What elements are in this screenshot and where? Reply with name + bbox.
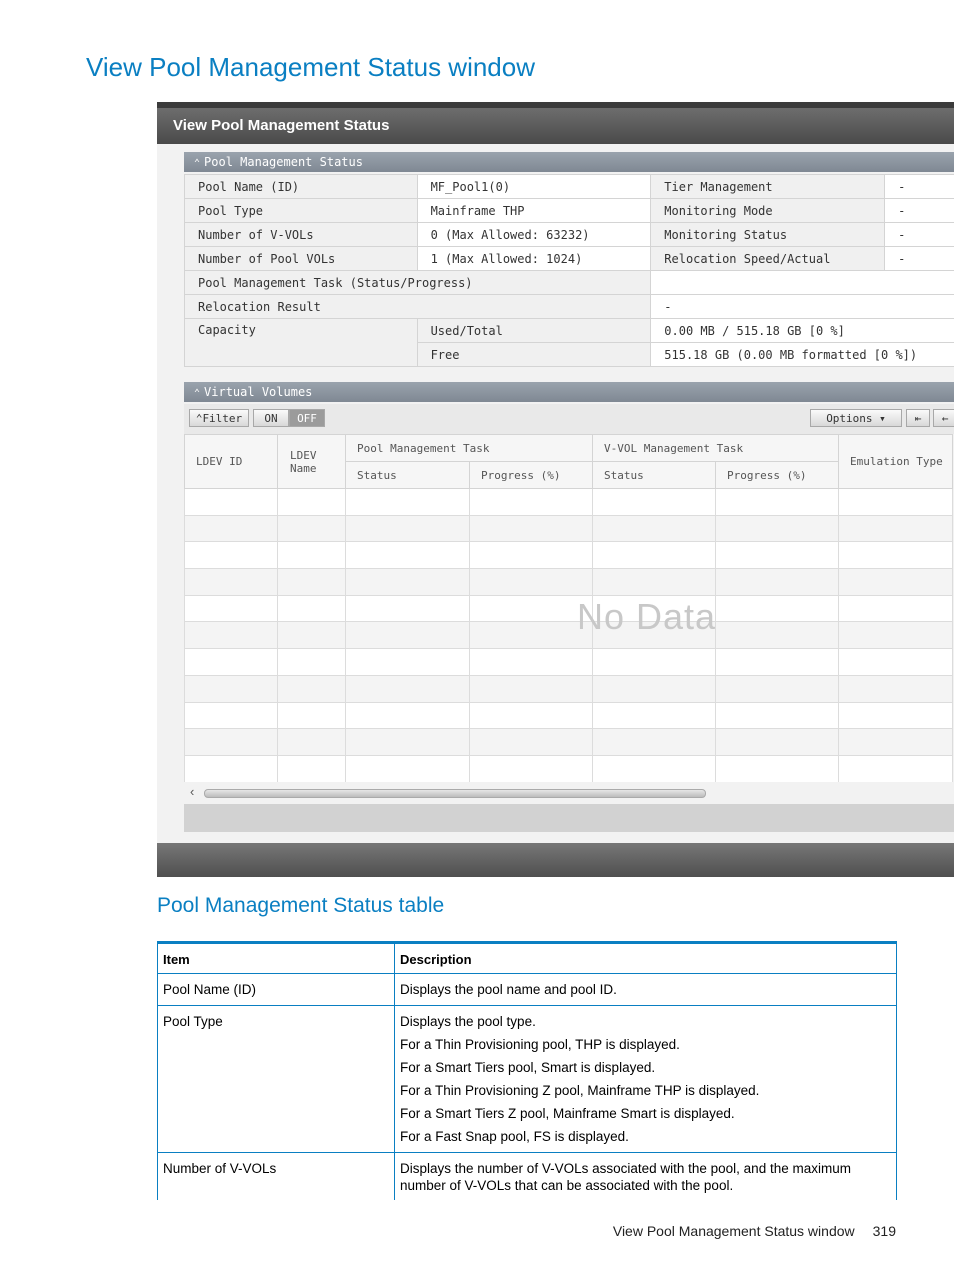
pool-task-value (650, 270, 954, 295)
col-item: Item (157, 941, 395, 974)
pool-type-value: Mainframe THP (416, 198, 652, 223)
col-pool-task-progress[interactable]: Progress (%) (469, 461, 593, 489)
col-vvol-management-task: V-VOL Management Task (592, 434, 839, 462)
relocation-speed-value: - (884, 246, 954, 271)
monitoring-mode-value: - (884, 198, 954, 223)
pool-type-label: Pool Type (184, 198, 418, 223)
pool-section-header[interactable]: ⌃ Pool Management Status (184, 152, 954, 172)
description-table: Item Description Pool Name (ID) Displays… (157, 941, 897, 1215)
used-total-label: Used/Total (416, 318, 652, 343)
col-vvol-task-progress[interactable]: Progress (%) (715, 461, 839, 489)
description-cell: Displays the pool name and pool ID. (394, 973, 897, 1006)
tier-management-value: - (884, 174, 954, 199)
used-total-value: 0.00 MB / 515.18 GB [0 %] (650, 318, 954, 343)
col-emulation-type[interactable]: Emulation Type (838, 434, 953, 489)
filter-off-button[interactable]: OFF (289, 409, 325, 427)
pool-name-value: MF_Pool1(0) (416, 174, 652, 199)
page-title: View Pool Management Status window (86, 52, 535, 82)
free-label: Free (416, 342, 652, 367)
capacity-label: Capacity (184, 318, 418, 367)
window-footer (157, 843, 954, 877)
filter-on-button[interactable]: ON (253, 409, 289, 427)
filter-button[interactable]: ⌃Filter (189, 409, 249, 427)
window-title: View Pool Management Status (157, 108, 954, 144)
tier-management-label: Tier Management (650, 174, 886, 199)
virtual-volumes-header[interactable]: ⌃ Virtual Volumes (184, 382, 954, 402)
col-vvol-task-status[interactable]: Status (592, 461, 716, 489)
table-row: Pool Type Displays the pool type. For a … (157, 1005, 897, 1153)
vvols-value: 0 (Max Allowed: 63232) (416, 222, 652, 247)
relocation-result-value: - (650, 294, 954, 319)
item-cell: Pool Name (ID) (157, 973, 395, 1006)
window-screenshot: View Pool Management Status ⌃ Pool Manage… (157, 102, 954, 877)
monitoring-mode-label: Monitoring Mode (650, 198, 886, 223)
virtual-volumes-table: LDEV ID LDEV Name Pool Management Task V… (184, 434, 953, 810)
monitoring-status-value: - (884, 222, 954, 247)
col-pool-management-task: Pool Management Task (345, 434, 593, 462)
prev-page-button[interactable]: ← (933, 409, 954, 427)
no-data-label: No Data (577, 596, 717, 637)
table-row: Pool Name (ID) Displays the pool name an… (157, 973, 897, 1006)
pool-vols-value: 1 (Max Allowed: 1024) (416, 246, 652, 271)
first-page-button[interactable]: ⇤ (906, 409, 930, 427)
vv-toolbar: ⌃Filter ON OFF Options ▾ ⇤ ← (184, 404, 954, 434)
scrollbar-thumb[interactable] (204, 789, 706, 798)
chevron-up-icon[interactable]: ⌃ (194, 158, 200, 169)
col-ldev-name[interactable]: LDEV Name (277, 434, 346, 489)
pool-vols-label: Number of Pool VOLs (184, 246, 418, 271)
window-body: ⌃ Pool Management Status Pool Name (ID) M… (157, 144, 954, 843)
pool-status-table: Pool Name (ID) MF_Pool1(0) Tier Manageme… (183, 174, 954, 367)
footer-text: View Pool Management Status window (612, 1223, 855, 1239)
page-footer: View Pool Management Status window 319 (613, 1223, 896, 1239)
chevron-up-icon[interactable]: ⌃ (194, 388, 200, 399)
horizontal-scrollbar[interactable]: ‹ (184, 782, 954, 804)
pool-task-label: Pool Management Task (Status/Progress) (183, 270, 652, 295)
free-value: 515.18 GB (0.00 MB formatted [0 %]) (650, 342, 954, 367)
description-cell: Displays the pool type. For a Thin Provi… (394, 1005, 897, 1153)
caret-down-icon: ▾ (879, 412, 886, 425)
monitoring-status-label: Monitoring Status (650, 222, 886, 247)
page-number: 319 (872, 1223, 896, 1239)
pool-name-label: Pool Name (ID) (184, 174, 418, 199)
col-ldev-id[interactable]: LDEV ID (184, 434, 278, 489)
relocation-speed-label: Relocation Speed/Actual (650, 246, 886, 271)
item-cell: Pool Type (157, 1005, 395, 1153)
section-title: Pool Management Status table (157, 894, 445, 917)
vvols-label: Number of V-VOLs (184, 222, 418, 247)
col-description: Description (394, 941, 897, 974)
relocation-result-label: Relocation Result (183, 294, 652, 319)
scroll-left-icon[interactable]: ‹ (190, 784, 194, 799)
options-button[interactable]: Options ▾ (810, 409, 902, 427)
col-pool-task-status[interactable]: Status (345, 461, 470, 489)
